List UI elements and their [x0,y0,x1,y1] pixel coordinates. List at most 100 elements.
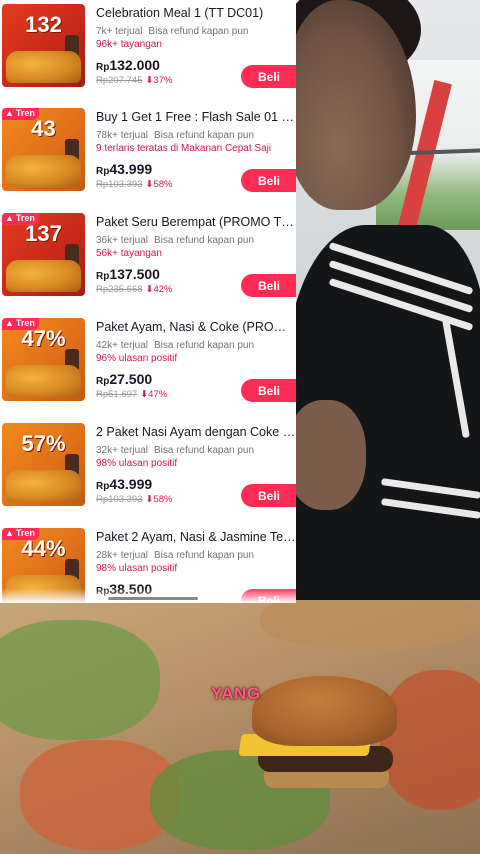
refund-note: Bisa refund kapan pun [148,26,249,37]
currency: Rp [96,481,110,492]
product-highlight: 96k+ tayangan [96,39,162,50]
wrapper-pattern [0,620,160,740]
original-price: Rp103.393 [96,179,143,190]
buy-button[interactable]: Beli [241,274,296,297]
product-title[interactable]: Celebration Meal 1 (TT DC01) [96,6,296,20]
burger-bun-top [252,676,397,746]
product-title[interactable]: Buy 1 Get 1 Free : Flash Sale 01 - (2 ..… [96,110,296,124]
product-highlight: 9 terlaris teratas di Makanan Cepat Saji [96,143,272,154]
refund-note: Bisa refund kapan pun [153,445,255,456]
product-thumbnail[interactable]: 43 ▲ Tren [2,108,85,191]
buy-button[interactable]: Beli [241,484,296,507]
product-price: Rp132.000 [96,57,160,75]
jacket-stripe [380,478,480,499]
original-price: Rp235.668 [96,284,143,295]
product-highlight: 56k+ tayangan [96,248,162,259]
original-price-line: Rp103.393 ⬇58% [96,494,172,505]
product-item[interactable]: 137 ▲ Tren Paket Seru Berempat (PROMO TIK… [0,209,296,313]
discount-value: 37% [153,75,173,86]
product-meta: 7k+ terjual Bisa refund kapan pun [96,26,249,37]
product-title[interactable]: Paket Ayam, Nasi & Coke (PROMO ... [96,320,296,334]
fire-icon: ▲ [5,213,14,223]
sold-count: 42k+ terjual [96,340,148,351]
food-image [6,365,81,397]
discount-value: 47% [148,389,168,400]
product-price: Rp27.500 [96,371,152,389]
price-amount: 43.999 [109,476,153,492]
fire-icon: ▲ [5,108,14,118]
discount-value: 42% [153,284,173,295]
original-price-line: Rp103.393 ⬇58% [96,179,172,190]
product-price: Rp43.999 [96,476,152,494]
sold-count: 78k+ terjual [96,130,148,141]
product-price: Rp43.999 [96,161,152,179]
person-hand [296,400,366,510]
product-item[interactable]: 47% ▲ Tren Paket Ayam, Nasi & Coke (PROMO… [0,314,296,418]
discount-value: 58% [153,494,173,505]
price-amount: 137.500 [109,266,160,282]
product-item[interactable]: 57% 2 Paket Nasi Ayam dengan Coke Zer...… [0,419,296,523]
original-price: Rp51.697 [96,389,138,400]
product-title[interactable]: 2 Paket Nasi Ayam dengan Coke Zer... [96,425,296,439]
product-title[interactable]: Paket 2 Ayam, Nasi & Jasmine Tea / ... [96,530,296,544]
product-meta: 36k+ terjual Bisa refund kapan pun [96,235,254,246]
discount-badge: ⬇42% [145,284,172,295]
video-caption: YANG [211,684,261,703]
price-amount: 43.999 [109,161,153,177]
price-amount: 132.000 [109,57,160,73]
product-title[interactable]: Paket Seru Berempat (PROMO TIKT... [96,215,296,229]
buy-button[interactable]: Beli [241,379,296,402]
refund-note: Bisa refund kapan pun [153,550,255,561]
sold-count: 28k+ terjual [96,550,148,561]
thumbnail-promo-text: 47% [21,326,66,351]
price-amount: 27.500 [109,371,153,387]
product-thumbnail[interactable]: 137 ▲ Tren [2,213,85,296]
buy-button[interactable]: Beli [241,65,296,88]
product-item[interactable]: 43 ▲ Tren Buy 1 Get 1 Free : Flash Sale 0… [0,104,296,208]
discount-badge: ⬇37% [145,75,172,86]
trending-label: Tren [15,213,35,223]
trending-label: Tren [15,528,35,538]
product-thumbnail[interactable]: 47% ▲ Tren [2,318,85,401]
product-meta: 28k+ terjual Bisa refund kapan pun [96,550,254,561]
discount-badge: ⬇47% [140,389,167,400]
discount-badge: ⬇58% [145,494,172,505]
thumbnail-promo-text: 57% [21,431,66,456]
buy-button[interactable]: Beli [241,169,296,192]
trending-label: Tren [15,318,35,328]
product-highlight: 96% ulasan positif [96,353,178,364]
jacket-stripe [380,498,480,519]
wrapper-pattern [260,600,480,650]
product-meta: 32k+ terjual Bisa refund kapan pun [96,445,254,456]
product-highlight: 98% ulasan positif [96,563,178,574]
thumbnail-promo-text: 132 [25,12,62,37]
product-thumbnail[interactable]: 132 [2,4,85,87]
original-price: Rp207.745 [96,75,143,86]
trending-label: Tren [15,108,35,118]
original-price: Rp103.393 [96,494,143,505]
currency: Rp [96,271,110,282]
product-thumbnail[interactable]: 57% [2,423,85,506]
discount-value: 58% [153,179,173,190]
product-item[interactable]: 132 Celebration Meal 1 (TT DC01) 7k+ ter… [0,0,296,104]
currency: Rp [96,166,110,177]
thumbnail-promo-text: 137 [25,221,62,246]
trending-badge: ▲ Tren [2,213,39,225]
food-image [6,155,81,187]
sold-count: 7k+ terjual [96,26,143,37]
arrow-down-icon: ⬇ [140,389,149,400]
product-meta: 42k+ terjual Bisa refund kapan pun [96,340,254,351]
food-image [6,51,81,83]
product-meta: 78k+ terjual Bisa refund kapan pun [96,130,254,141]
scroll-indicator[interactable] [108,597,198,600]
trending-badge: ▲ Tren [2,108,39,120]
discount-badge: ⬇58% [145,179,172,190]
refund-note: Bisa refund kapan pun [153,340,255,351]
jacket-stripe [442,318,470,439]
trending-badge: ▲ Tren [2,318,39,330]
thumbnail-promo-text: 44% [21,536,66,561]
scroll-fade [0,588,296,603]
screen: YANG 132 Celebration Meal 1 (TT DC01) 7k… [0,0,480,854]
product-list-panel[interactable]: 132 Celebration Meal 1 (TT DC01) 7k+ ter… [0,0,296,603]
original-price-line: Rp235.668 ⬇42% [96,284,172,295]
